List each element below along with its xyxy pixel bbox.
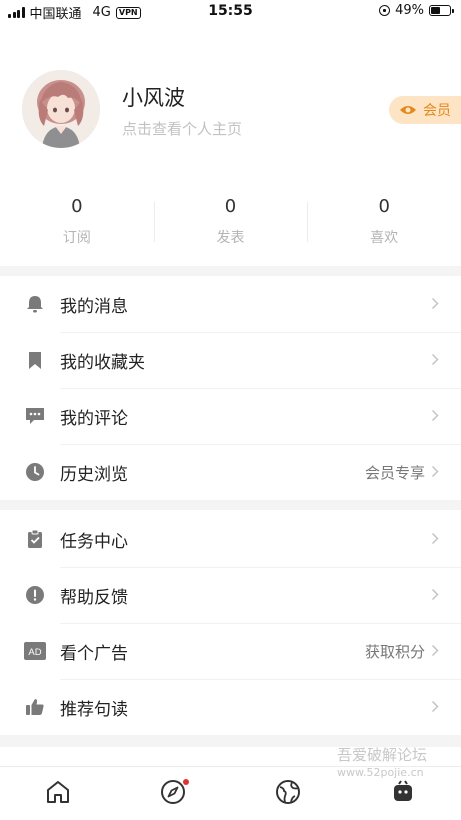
menu-extra: 会员专享 bbox=[364, 463, 425, 482]
chevron-right-icon bbox=[431, 295, 439, 314]
thumbs-up-icon bbox=[24, 696, 46, 718]
stat-value: 0 bbox=[71, 196, 83, 217]
menu-group-tools: 任务中心 帮助反馈 AD 看个广告 获取积分 推荐句读 bbox=[0, 511, 461, 735]
bookmark-icon bbox=[24, 349, 46, 371]
menu-label: 看个广告 bbox=[60, 643, 128, 664]
bell-icon bbox=[24, 293, 46, 315]
profile-icon bbox=[390, 779, 416, 809]
view-profile-link[interactable]: 点击查看个人主页 bbox=[122, 118, 242, 139]
ad-icon-text: AD bbox=[28, 647, 41, 658]
chevron-right-icon bbox=[431, 351, 439, 370]
profile-header[interactable]: 小风波 点击查看个人主页 会员 bbox=[0, 60, 461, 160]
clock-icon bbox=[24, 461, 46, 483]
chevron-right-icon bbox=[431, 586, 439, 605]
stat-label: 发表 bbox=[216, 230, 245, 246]
stat-label: 订阅 bbox=[62, 230, 91, 246]
stat-value: 0 bbox=[224, 196, 237, 217]
section-divider bbox=[0, 266, 461, 276]
tab-world[interactable] bbox=[231, 767, 346, 820]
menu-item-tasks[interactable]: 任务中心 bbox=[0, 511, 461, 567]
stats-row: 0 订阅 0 发表 0 喜欢 bbox=[0, 190, 461, 260]
menu-group-account: 我的消息 我的收藏夹 我的评论 历史浏览 会员专享 bbox=[0, 276, 461, 500]
globe-icon bbox=[275, 779, 301, 809]
menu-item-feedback[interactable]: 帮助反馈 bbox=[0, 567, 461, 623]
vip-eye-icon bbox=[399, 101, 417, 120]
tab-discover[interactable] bbox=[115, 767, 230, 820]
stat-posts[interactable]: 0 发表 bbox=[153, 190, 308, 260]
exclamation-icon bbox=[24, 584, 46, 606]
menu-item-comments[interactable]: 我的评论 bbox=[0, 388, 461, 444]
clipboard-check-icon bbox=[24, 528, 46, 550]
menu-item-watch-ad[interactable]: AD 看个广告 获取积分 bbox=[0, 623, 461, 679]
battery-fill bbox=[431, 7, 440, 14]
notification-dot bbox=[182, 779, 189, 785]
comment-icon bbox=[24, 405, 46, 427]
status-bar: 中国联通 4G VPN 15:55 49% bbox=[0, 0, 461, 22]
menu-label: 帮助反馈 bbox=[60, 587, 128, 608]
section-divider bbox=[0, 500, 461, 510]
avatar[interactable] bbox=[22, 70, 100, 148]
stat-value: 0 bbox=[378, 196, 390, 217]
watermark-text: 吾爱破解论坛 bbox=[337, 746, 428, 764]
vip-label: 会员 bbox=[423, 103, 451, 119]
menu-item-messages[interactable]: 我的消息 bbox=[0, 276, 461, 332]
ad-icon: AD bbox=[24, 640, 46, 662]
chevron-right-icon bbox=[431, 463, 439, 482]
chevron-right-icon bbox=[431, 642, 439, 661]
menu-label: 任务中心 bbox=[60, 531, 128, 552]
chevron-right-icon bbox=[431, 407, 439, 426]
stat-likes[interactable]: 0 喜欢 bbox=[307, 190, 461, 260]
watermark: 吾爱破解论坛 www.52pojie.cn bbox=[337, 746, 457, 782]
menu-item-history[interactable]: 历史浏览 会员专享 bbox=[0, 444, 461, 500]
stat-label: 喜欢 bbox=[370, 230, 399, 246]
home-icon bbox=[45, 779, 71, 809]
menu-label: 我的评论 bbox=[60, 408, 128, 429]
menu-item-recommend[interactable]: 推荐句读 bbox=[0, 679, 461, 735]
battery-percent: 49% bbox=[395, 3, 424, 18]
chevron-right-icon bbox=[431, 698, 439, 717]
menu-label: 历史浏览 bbox=[60, 464, 128, 485]
username[interactable]: 小风波 bbox=[122, 82, 185, 112]
stat-subscriptions[interactable]: 0 订阅 bbox=[0, 190, 154, 260]
menu-label: 我的消息 bbox=[60, 296, 128, 317]
compass-icon bbox=[160, 779, 186, 809]
menu-item-favorites[interactable]: 我的收藏夹 bbox=[0, 332, 461, 388]
menu-label: 推荐句读 bbox=[60, 699, 128, 720]
tab-home[interactable] bbox=[0, 767, 115, 820]
battery-icon bbox=[429, 5, 454, 16]
watermark-url: www.52pojie.cn bbox=[337, 766, 424, 779]
menu-extra: 获取积分 bbox=[364, 642, 425, 661]
rotation-lock-icon bbox=[379, 5, 391, 16]
vip-badge[interactable]: 会员 bbox=[389, 96, 461, 124]
chevron-right-icon bbox=[431, 530, 439, 549]
menu-label: 我的收藏夹 bbox=[60, 352, 145, 373]
